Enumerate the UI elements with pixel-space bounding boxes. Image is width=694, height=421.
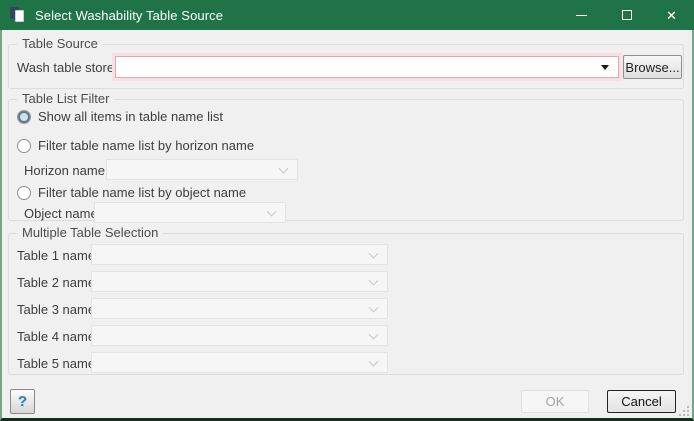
dialog-body: Table Source Wash table store Browse... …: [0, 30, 694, 421]
cancel-button[interactable]: Cancel: [607, 390, 676, 413]
close-button[interactable]: ✕: [649, 0, 694, 30]
ok-button[interactable]: OK: [521, 390, 589, 413]
group-table-source: Table Source Wash table store Browse...: [8, 44, 684, 89]
chevron-down-icon: [369, 356, 379, 366]
window-title: Select Washability Table Source: [35, 8, 223, 23]
table-5-name-label: Table 5 name: [17, 356, 95, 371]
ok-button-label: OK: [546, 394, 565, 409]
horizon-name-combobox[interactable]: [106, 159, 298, 180]
browse-button-label: Browse...: [625, 60, 679, 75]
dialog-window: Select Washability Table Source ✕ Table …: [0, 0, 694, 421]
table-3-name-combobox[interactable]: [91, 298, 388, 319]
minimize-icon: [576, 15, 587, 16]
radio-filter-by-object[interactable]: [17, 186, 31, 200]
window-controls: ✕: [559, 0, 694, 30]
group-multiple-table-selection-legend: Multiple Table Selection: [17, 225, 163, 240]
radio-show-all-items-label[interactable]: Show all items in table name list: [38, 109, 223, 124]
radio-show-all-items[interactable]: [17, 110, 31, 124]
maximize-icon: [622, 10, 632, 20]
chevron-down-icon: [369, 329, 379, 339]
table-2-name-label: Table 2 name: [17, 275, 95, 290]
radio-row-show-all[interactable]: Show all items in table name list: [17, 109, 223, 124]
document-front-shape: [15, 10, 24, 22]
titlebar: Select Washability Table Source ✕: [0, 0, 694, 30]
table-1-name-label: Table 1 name: [17, 248, 95, 263]
horizon-name-label: Horizon name: [24, 163, 105, 178]
chevron-down-icon: [267, 206, 277, 216]
table-5-name-combobox[interactable]: [91, 352, 388, 373]
table-4-name-label: Table 4 name: [17, 329, 95, 344]
group-table-list-filter-legend: Table List Filter: [17, 91, 114, 106]
resize-grip[interactable]: [679, 406, 689, 416]
table-4-name-combobox[interactable]: [91, 325, 388, 346]
wash-table-store-label: Wash table store: [17, 60, 114, 75]
radio-filter-by-horizon-label[interactable]: Filter table name list by horizon name: [38, 138, 254, 153]
group-multiple-table-selection: Multiple Table Selection Table 1 name Ta…: [8, 233, 684, 375]
table-3-name-label: Table 3 name: [17, 302, 95, 317]
object-name-combobox[interactable]: [94, 202, 286, 223]
chevron-down-icon: [369, 248, 379, 258]
chevron-down-icon: [369, 275, 379, 285]
table-1-name-combobox[interactable]: [91, 244, 388, 265]
minimize-button[interactable]: [559, 0, 604, 30]
close-icon: ✕: [666, 9, 677, 22]
documents-copy-icon: [10, 7, 26, 23]
wash-table-store-combobox[interactable]: [115, 56, 619, 78]
browse-button[interactable]: Browse...: [623, 55, 682, 79]
radio-row-filter-object[interactable]: Filter table name list by object name: [17, 185, 246, 200]
group-table-source-legend: Table Source: [17, 36, 103, 51]
radio-filter-by-object-label[interactable]: Filter table name list by object name: [38, 185, 246, 200]
radio-row-filter-horizon[interactable]: Filter table name list by horizon name: [17, 138, 254, 153]
help-question-icon: ?: [18, 393, 27, 410]
radio-filter-by-horizon[interactable]: [17, 139, 31, 153]
object-name-label: Object name: [24, 206, 98, 221]
maximize-button[interactable]: [604, 0, 649, 30]
cancel-button-label: Cancel: [621, 394, 661, 409]
wash-table-store-input[interactable]: [116, 57, 601, 77]
group-table-list-filter: Table List Filter Show all items in tabl…: [8, 99, 684, 221]
help-button[interactable]: ?: [10, 389, 35, 414]
chevron-down-icon: [279, 163, 289, 173]
table-2-name-combobox[interactable]: [91, 271, 388, 292]
chevron-down-icon: [369, 302, 379, 312]
dropdown-arrow-icon[interactable]: [601, 65, 609, 70]
